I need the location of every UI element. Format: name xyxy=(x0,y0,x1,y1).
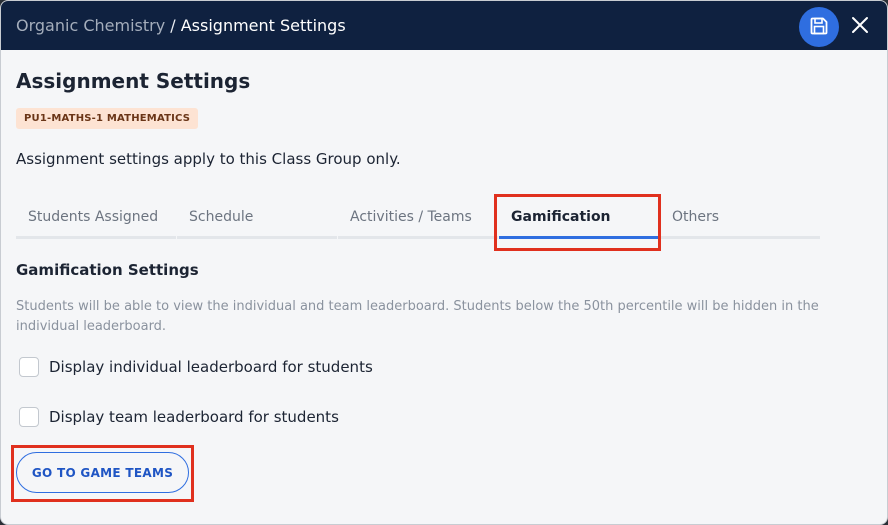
team-leaderboard-checkbox[interactable] xyxy=(19,407,39,427)
gamification-settings-title: Gamification Settings xyxy=(16,261,199,279)
gamification-description: Students will be able to view the indivi… xyxy=(16,299,819,334)
team-leaderboard-option[interactable]: Display team leaderboard for students xyxy=(19,407,339,427)
modal-header: Organic Chemistry / Assignment Settings xyxy=(1,1,887,50)
individual-leaderboard-label: Display individual leaderboard for stude… xyxy=(49,358,373,376)
close-icon xyxy=(851,16,869,37)
individual-leaderboard-option[interactable]: Display individual leaderboard for stude… xyxy=(19,357,373,377)
page-title: Assignment Settings xyxy=(16,69,251,93)
go-to-game-teams-button[interactable]: GO TO GAME TEAMS xyxy=(16,452,189,493)
breadcrumb-current: Assignment Settings xyxy=(180,16,346,35)
breadcrumb: Organic Chemistry / Assignment Settings xyxy=(16,16,346,35)
tab-students-assigned[interactable]: Students Assigned xyxy=(16,197,176,239)
team-leaderboard-label: Display team leaderboard for students xyxy=(49,408,339,426)
tab-gamification[interactable]: Gamification xyxy=(499,197,659,239)
breadcrumb-parent[interactable]: Organic Chemistry xyxy=(16,16,165,35)
tab-schedule[interactable]: Schedule xyxy=(177,197,337,239)
tab-activities-teams[interactable]: Activities / Teams xyxy=(338,197,498,239)
close-button[interactable] xyxy=(847,13,873,39)
save-icon xyxy=(809,16,829,39)
tab-others[interactable]: Others xyxy=(660,197,820,239)
save-button[interactable] xyxy=(799,7,839,47)
individual-leaderboard-checkbox[interactable] xyxy=(19,357,39,377)
class-group-badge: PU1-MATHS-1 MATHEMATICS xyxy=(16,108,199,129)
scope-note: Assignment settings apply to this Class … xyxy=(16,150,401,168)
assignment-settings-modal: Organic Chemistry / Assignment Settings … xyxy=(0,0,888,525)
breadcrumb-separator: / xyxy=(165,16,181,35)
